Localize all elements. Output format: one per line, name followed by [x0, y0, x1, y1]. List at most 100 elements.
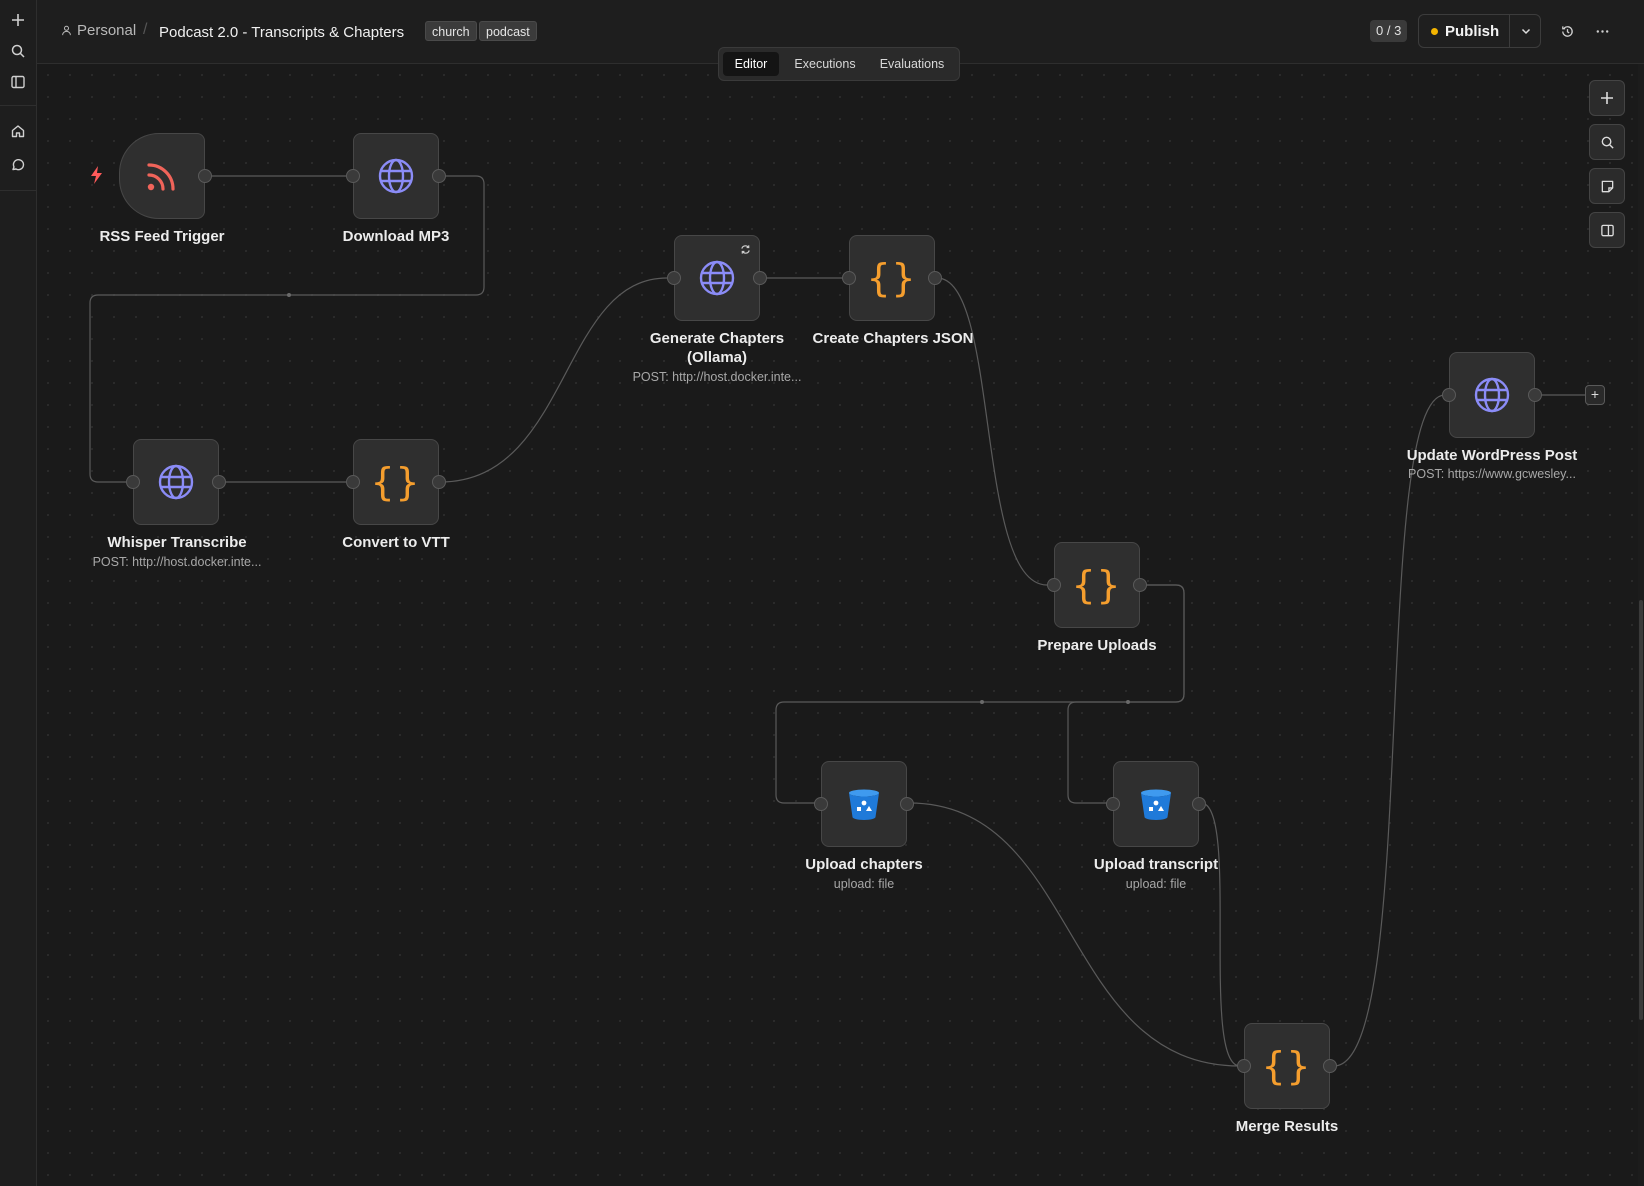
- node-label: Create Chapters JSON: [812, 330, 974, 347]
- output-handle[interactable]: [1528, 388, 1542, 402]
- production-checklist-counter[interactable]: 0 / 3: [1370, 20, 1408, 42]
- code-braces-icon: {}: [1262, 1044, 1312, 1088]
- node-subtitle: upload: file: [833, 877, 895, 891]
- publish-dropdown-button[interactable]: [1510, 15, 1541, 47]
- input-handle[interactable]: [346, 475, 360, 489]
- search-nodes-button[interactable]: [1589, 124, 1625, 160]
- panel-icon: [1600, 224, 1614, 236]
- home-icon[interactable]: [4, 117, 32, 145]
- input-handle[interactable]: [814, 797, 828, 811]
- more-options-icon[interactable]: [1590, 19, 1614, 43]
- node-subtitle: upload: file: [1125, 877, 1187, 891]
- code-braces-icon: {}: [1072, 563, 1122, 607]
- globe-icon: [158, 464, 194, 500]
- toggle-panel-button[interactable]: [1589, 212, 1625, 248]
- output-handle[interactable]: [1192, 797, 1206, 811]
- publish-label: Publish: [1445, 22, 1500, 40]
- node-whisper-transcribe[interactable]: [126, 439, 226, 525]
- node-label: RSS Feed Trigger: [99, 228, 225, 245]
- node-update-wordpress-post[interactable]: [1442, 352, 1542, 438]
- code-braces-icon: {}: [867, 256, 917, 300]
- plus-icon: [1601, 92, 1613, 104]
- node-label: Download MP3: [342, 228, 450, 245]
- node-label: Prepare Uploads: [1037, 637, 1157, 654]
- output-handle[interactable]: [432, 169, 446, 183]
- input-handle[interactable]: [842, 271, 856, 285]
- left-sidebar: [0, 0, 37, 1186]
- globe-icon: [699, 260, 735, 296]
- sticky-note-icon: [1601, 180, 1613, 192]
- user-icon: [62, 25, 71, 36]
- sidebar-toggle-icon[interactable]: [4, 68, 32, 96]
- node-label: Upload transcript: [1093, 856, 1219, 873]
- input-handle[interactable]: [346, 169, 360, 183]
- trigger-bolt-icon: [90, 166, 104, 189]
- code-braces-icon: {}: [371, 460, 421, 504]
- chevron-down-icon: [1521, 28, 1530, 35]
- publish-button-group: Publish: [1418, 14, 1541, 48]
- retry-icon: [740, 244, 751, 258]
- node-label: Whisper Transcribe: [107, 534, 247, 551]
- input-handle[interactable]: [1442, 388, 1456, 402]
- node-subtitle: POST: http://host.docker.inte...: [92, 555, 262, 569]
- add-icon[interactable]: [4, 6, 32, 34]
- chat-icon[interactable]: [4, 151, 32, 179]
- node-upload-chapters[interactable]: [814, 761, 914, 847]
- rss-icon: [147, 163, 175, 191]
- node-convert-to-vtt[interactable]: {}: [346, 439, 446, 525]
- node-label: Upload chapters: [805, 856, 923, 873]
- breadcrumb-separator: /: [143, 21, 148, 38]
- tab-editor[interactable]: Editor: [723, 52, 779, 76]
- sidebar-divider: [0, 105, 37, 106]
- workflow-canvas[interactable]: [37, 64, 1644, 1186]
- output-handle[interactable]: [928, 271, 942, 285]
- output-handle[interactable]: [432, 475, 446, 489]
- publish-button[interactable]: Publish: [1419, 15, 1509, 47]
- sidebar-divider: [0, 190, 37, 191]
- output-handle[interactable]: [1133, 578, 1147, 592]
- bucket-icon: [849, 789, 879, 820]
- node-label: Merge Results: [1235, 1118, 1339, 1135]
- view-tabs: Editor Executions Evaluations: [718, 47, 960, 81]
- input-handle[interactable]: [667, 271, 681, 285]
- input-handle[interactable]: [126, 475, 140, 489]
- globe-icon: [378, 158, 414, 194]
- workflow-title[interactable]: Podcast 2.0 - Transcripts & Chapters: [159, 24, 404, 41]
- canvas-scrollbar-thumb[interactable]: [1639, 600, 1643, 1020]
- node-prepare-uploads[interactable]: {}: [1047, 542, 1147, 628]
- output-handle[interactable]: [900, 797, 914, 811]
- tag-podcast[interactable]: podcast: [479, 21, 537, 41]
- node-label-line: (Ollama): [686, 349, 747, 366]
- add-node-button[interactable]: [1589, 80, 1625, 116]
- node-download-mp3[interactable]: [346, 133, 446, 219]
- node-subtitle: POST: https://www.gcwesley...: [1408, 467, 1576, 481]
- bucket-icon: [1141, 789, 1171, 820]
- output-handle[interactable]: [212, 475, 226, 489]
- globe-icon: [1474, 377, 1510, 413]
- node-generate-chapters[interactable]: [667, 235, 767, 321]
- output-handle[interactable]: [753, 271, 767, 285]
- breadcrumb-personal-label: Personal: [77, 22, 137, 39]
- node-create-chapters-json[interactable]: {}: [842, 235, 942, 321]
- node-merge-results[interactable]: {}: [1237, 1023, 1337, 1109]
- node-subtitle: POST: http://host.docker.inte...: [632, 370, 802, 384]
- tab-evaluations[interactable]: Evaluations: [869, 52, 955, 76]
- node-upload-transcript[interactable]: [1106, 761, 1206, 847]
- tab-executions[interactable]: Executions: [783, 52, 867, 76]
- input-handle[interactable]: [1106, 797, 1120, 811]
- node-label: Convert to VTT: [342, 534, 450, 551]
- output-handle[interactable]: [198, 169, 212, 183]
- search-icon[interactable]: [4, 37, 32, 65]
- output-handle[interactable]: [1323, 1059, 1337, 1073]
- tag-church[interactable]: church: [425, 21, 477, 41]
- sticky-note-button[interactable]: [1589, 168, 1625, 204]
- node-label: Update WordPress Post: [1406, 447, 1578, 464]
- input-handle[interactable]: [1237, 1059, 1251, 1073]
- input-handle[interactable]: [1047, 578, 1061, 592]
- add-next-node-button[interactable]: +: [1585, 385, 1605, 405]
- history-icon[interactable]: [1555, 19, 1579, 43]
- unpublished-status-dot: [1431, 27, 1438, 35]
- node-rss-feed-trigger[interactable]: [119, 133, 212, 219]
- search-icon: [1601, 136, 1614, 149]
- breadcrumb-personal[interactable]: Personal: [61, 22, 136, 39]
